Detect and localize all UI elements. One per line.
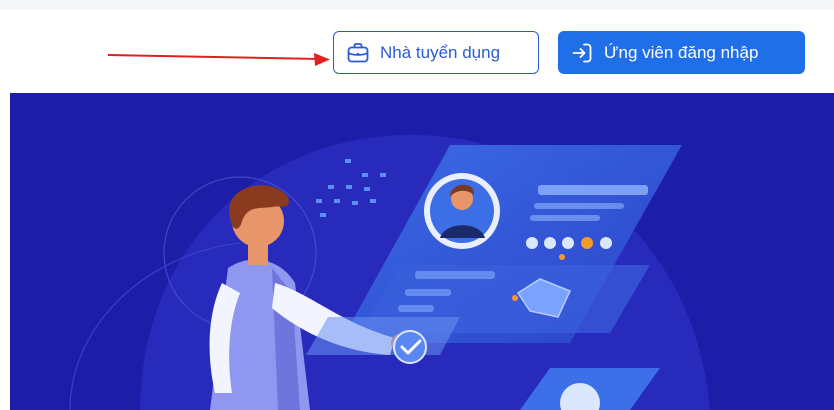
top-border — [0, 0, 834, 10]
radar-node-orange — [512, 295, 518, 301]
stats-line-3 — [398, 305, 434, 312]
candidate-login-label: Ứng viên đăng nhập — [604, 42, 759, 62]
employer-button[interactable]: Nhà tuyển dụng — [333, 31, 539, 74]
touch-panel — [306, 317, 460, 355]
hero-illustration — [10, 93, 834, 410]
stats-line-2 — [405, 289, 451, 296]
profile-line-2 — [534, 203, 624, 209]
radar-node-orange-2 — [559, 254, 565, 260]
profile-line-3 — [530, 215, 600, 221]
profile-line-1 — [538, 185, 648, 195]
candidate-login-button[interactable]: Ứng viên đăng nhập — [558, 31, 805, 74]
login-arrow-icon — [572, 43, 592, 62]
employer-button-label: Nhà tuyển dụng — [380, 42, 501, 62]
briefcase-icon — [347, 42, 369, 62]
hero-artwork — [69, 134, 710, 410]
stats-line-1 — [415, 271, 495, 279]
red-arrow-annotation — [108, 53, 330, 66]
check-circle-icon — [393, 330, 427, 364]
